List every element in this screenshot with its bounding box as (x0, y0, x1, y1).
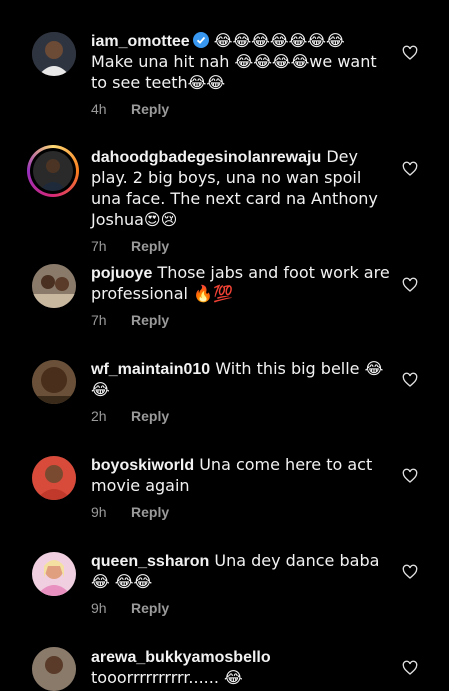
reply-button[interactable]: Reply (131, 238, 169, 254)
timestamp: 7h (91, 312, 107, 328)
comment-body: dahoodgbadegesinolanrewaju Dey play. 2 b… (91, 147, 391, 256)
username[interactable]: arewa_bukkyamosbello (91, 649, 271, 666)
reply-button[interactable]: Reply (131, 312, 169, 328)
comment-body: iam_omottee 😂😂😂😂😂😂😂 Make una hit nah 😂😂😂… (91, 31, 391, 119)
comment-body: wf_maintain010 With this big belle 😂 😂 2… (91, 359, 391, 426)
heart-outline-icon[interactable] (402, 45, 418, 61)
comment-body: boyoskiworld Una come here to act movie … (91, 455, 391, 522)
heart-outline-icon[interactable] (402, 277, 418, 293)
comment-meta: 4h Reply (91, 99, 391, 119)
username[interactable]: boyoskiworld (91, 457, 194, 474)
username[interactable]: iam_omottee (91, 33, 190, 50)
comment-meta: 7h Reply (91, 236, 391, 256)
verified-badge-icon (192, 32, 209, 48)
comment-body: queen_ssharon Una dey dance baba😂 😂😂 9h R… (91, 551, 391, 618)
username[interactable]: queen_ssharon (91, 553, 209, 570)
comment-meta: 2h Reply (91, 406, 391, 426)
heart-outline-icon[interactable] (402, 564, 418, 580)
comment-meta: 7h Reply (91, 310, 391, 330)
comment-body: pojuoye Those jabs and foot work are pro… (91, 263, 391, 330)
timestamp: 7h (91, 238, 107, 254)
timestamp: 2h (91, 408, 107, 424)
heart-outline-icon[interactable] (402, 468, 418, 484)
username[interactable]: dahoodgbadegesinolanrewaju (91, 149, 321, 166)
reply-button[interactable]: Reply (131, 101, 169, 117)
heart-outline-icon[interactable] (402, 161, 418, 177)
comment-meta: 9h Reply (91, 598, 391, 618)
avatar[interactable] (32, 32, 76, 76)
heart-outline-icon[interactable] (402, 660, 418, 676)
comment-meta: 9h Reply (91, 502, 391, 522)
avatar[interactable] (32, 456, 76, 500)
username[interactable]: pojuoye (91, 265, 152, 282)
reply-button[interactable]: Reply (131, 408, 169, 424)
reply-button[interactable]: Reply (131, 600, 169, 616)
avatar[interactable] (27, 145, 79, 197)
avatar[interactable] (32, 552, 76, 596)
comment-body: arewa_bukkyamosbello tooorrrrrrrrrr.....… (91, 647, 391, 689)
avatar[interactable] (32, 647, 76, 691)
timestamp: 9h (91, 600, 107, 616)
timestamp: 9h (91, 504, 107, 520)
reply-button[interactable]: Reply (131, 504, 169, 520)
comment-text: tooorrrrrrrrrr...... 😂 (91, 668, 243, 687)
avatar[interactable] (32, 360, 76, 404)
avatar[interactable] (32, 264, 76, 308)
heart-outline-icon[interactable] (402, 372, 418, 388)
username[interactable]: wf_maintain010 (91, 361, 210, 378)
timestamp: 4h (91, 101, 107, 117)
